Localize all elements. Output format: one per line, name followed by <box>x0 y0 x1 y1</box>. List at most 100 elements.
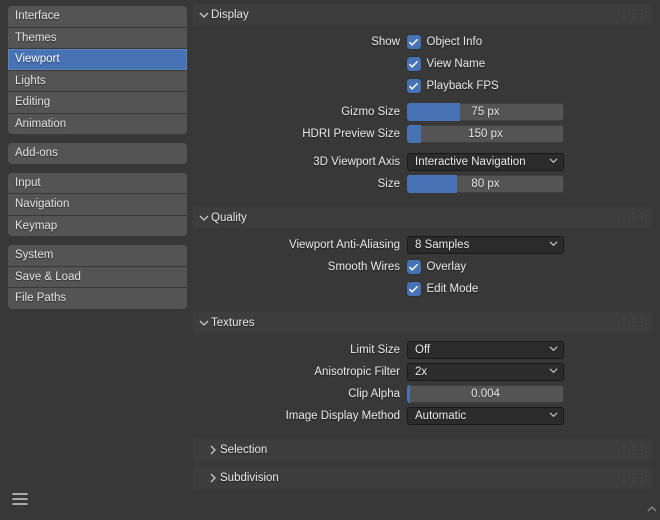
sidebar-item-label: Themes <box>15 32 57 44</box>
panel-title: Quality <box>211 212 247 224</box>
field-gizmo-size[interactable]: 75 px <box>407 103 564 121</box>
drag-grip-icon[interactable]: ⋮⋮⋮ <box>619 9 646 20</box>
sidebar-item-label: Animation <box>15 118 66 130</box>
chevron-down-icon <box>196 210 211 225</box>
label-limit-size: Limit Size <box>193 344 400 356</box>
checkbox-label: Overlay <box>427 261 467 273</box>
chevron-down-icon <box>549 366 558 378</box>
chevron-down-icon <box>196 7 211 22</box>
label-gizmo-size: Gizmo Size <box>193 106 400 118</box>
panel-header-quality[interactable]: Quality ⋮⋮⋮ <box>193 207 652 228</box>
sidebar-group: Input Navigation Keymap <box>8 173 187 237</box>
panel-title: Display <box>211 9 249 21</box>
sidebar-item-system[interactable]: System <box>8 245 187 266</box>
chevron-right-icon <box>205 471 220 486</box>
drag-grip-icon[interactable]: ⋮⋮⋮ <box>619 317 646 328</box>
sidebar-item-addons[interactable]: Add-ons <box>8 143 187 164</box>
sidebar-item-label: System <box>15 249 53 261</box>
checkbox-object-info[interactable] <box>407 35 421 49</box>
sidebar-item-file-paths[interactable]: File Paths <box>8 288 187 309</box>
panel-quality: Quality ⋮⋮⋮ Viewport Anti-Aliasing 8 Sam… <box>193 207 652 306</box>
field-hdri-preview-size[interactable]: 150 px <box>407 125 564 143</box>
chevron-down-icon <box>549 410 558 422</box>
checkbox-playback-fps[interactable] <box>407 79 421 93</box>
field-clip-alpha[interactable]: 0.004 <box>407 385 564 403</box>
hamburger-menu-button[interactable] <box>8 486 187 514</box>
hamburger-icon <box>12 492 28 506</box>
label-image-display-method: Image Display Method <box>193 410 400 422</box>
checkbox-view-name[interactable] <box>407 57 421 71</box>
panel-title: Subdivision <box>220 472 279 484</box>
dropdown-anisotropic-filter[interactable]: 2x <box>407 363 564 381</box>
checkbox-overlay[interactable] <box>407 260 421 274</box>
sidebar-item-label: Keymap <box>15 220 57 232</box>
panel-textures: Textures ⋮⋮⋮ Limit Size Off Anisotropic … <box>193 312 652 433</box>
label-smooth-wires: Smooth Wires <box>193 261 400 273</box>
checkbox-label: Object Info <box>427 36 483 48</box>
dropdown-value: 2x <box>415 366 427 378</box>
checkbox-label: View Name <box>427 58 486 70</box>
sidebar-item-label: Interface <box>15 10 60 22</box>
value: 80 px <box>471 178 499 190</box>
drag-grip-icon[interactable]: ⋮⋮⋮ <box>619 212 646 223</box>
sidebar-group: Add-ons <box>8 143 187 164</box>
sidebar-item-interface[interactable]: Interface <box>8 6 187 27</box>
label-viewport-aa: Viewport Anti-Aliasing <box>193 239 400 251</box>
sidebar-item-animation[interactable]: Animation <box>8 114 187 135</box>
panel-header-textures[interactable]: Textures ⋮⋮⋮ <box>193 312 652 333</box>
scroll-handle[interactable] <box>646 503 658 518</box>
sidebar-item-label: Viewport <box>15 53 60 65</box>
label-show: Show <box>193 36 400 48</box>
sidebar-item-navigation[interactable]: Navigation <box>8 194 187 215</box>
dropdown-image-display-method[interactable]: Automatic <box>407 407 564 425</box>
sidebar-item-lights[interactable]: Lights <box>8 71 187 92</box>
dropdown-value: Interactive Navigation <box>415 156 526 168</box>
sidebar-item-themes[interactable]: Themes <box>8 28 187 49</box>
drag-grip-icon[interactable]: ⋮⋮⋮ <box>619 473 646 484</box>
sidebar-item-label: Add-ons <box>15 147 58 159</box>
sidebar-item-input[interactable]: Input <box>8 173 187 194</box>
field-axis-size[interactable]: 80 px <box>407 175 564 193</box>
sidebar-group: Interface Themes Viewport Lights Editing… <box>8 6 187 134</box>
value: 0.004 <box>471 388 500 400</box>
panel-subdivision: Subdivision ⋮⋮⋮ <box>193 467 652 489</box>
chevron-right-icon <box>205 443 220 458</box>
sidebar-item-save-load[interactable]: Save & Load <box>8 267 187 288</box>
dropdown-value: Off <box>415 344 430 356</box>
sidebar-item-label: Lights <box>15 75 46 87</box>
panel-title: Selection <box>220 444 267 456</box>
dropdown-viewport-aa[interactable]: 8 Samples <box>407 236 564 254</box>
preferences-sidebar: Interface Themes Viewport Lights Editing… <box>0 0 193 520</box>
sidebar-item-editing[interactable]: Editing <box>8 92 187 113</box>
label-clip-alpha: Clip Alpha <box>193 388 400 400</box>
label-axis-size: Size <box>193 178 400 190</box>
sidebar-item-viewport[interactable]: Viewport <box>8 49 187 70</box>
panel-header-subdivision[interactable]: Subdivision ⋮⋮⋮ <box>193 467 652 489</box>
chevron-down-icon <box>549 344 558 356</box>
sidebar-item-label: Input <box>15 177 41 189</box>
panel-display: Display ⋮⋮⋮ Show Object Info View Name <box>193 4 652 201</box>
chevron-up-icon <box>646 503 658 515</box>
label-hdri-preview-size: HDRI Preview Size <box>193 128 400 140</box>
panel-title: Textures <box>211 317 254 329</box>
chevron-down-icon <box>549 156 558 168</box>
checkbox-edit-mode[interactable] <box>407 282 421 296</box>
chevron-down-icon <box>549 239 558 251</box>
sidebar-item-keymap[interactable]: Keymap <box>8 216 187 237</box>
panel-header-display[interactable]: Display ⋮⋮⋮ <box>193 4 652 25</box>
value: 150 px <box>468 128 503 140</box>
sidebar-item-label: Navigation <box>15 198 69 210</box>
label-anisotropic-filter: Anisotropic Filter <box>193 366 400 378</box>
dropdown-value: Automatic <box>415 410 466 422</box>
label-3d-viewport-axis: 3D Viewport Axis <box>193 156 400 168</box>
dropdown-value: 8 Samples <box>415 239 469 251</box>
sidebar-item-label: File Paths <box>15 292 66 304</box>
dropdown-limit-size[interactable]: Off <box>407 341 564 359</box>
preferences-main: Display ⋮⋮⋮ Show Object Info View Name <box>193 0 660 520</box>
panel-header-selection[interactable]: Selection ⋮⋮⋮ <box>193 439 652 461</box>
sidebar-group: System Save & Load File Paths <box>8 245 187 309</box>
drag-grip-icon[interactable]: ⋮⋮⋮ <box>619 445 646 456</box>
dropdown-3d-viewport-axis[interactable]: Interactive Navigation <box>407 153 564 171</box>
sidebar-item-label: Editing <box>15 96 50 108</box>
value: 75 px <box>471 106 499 118</box>
